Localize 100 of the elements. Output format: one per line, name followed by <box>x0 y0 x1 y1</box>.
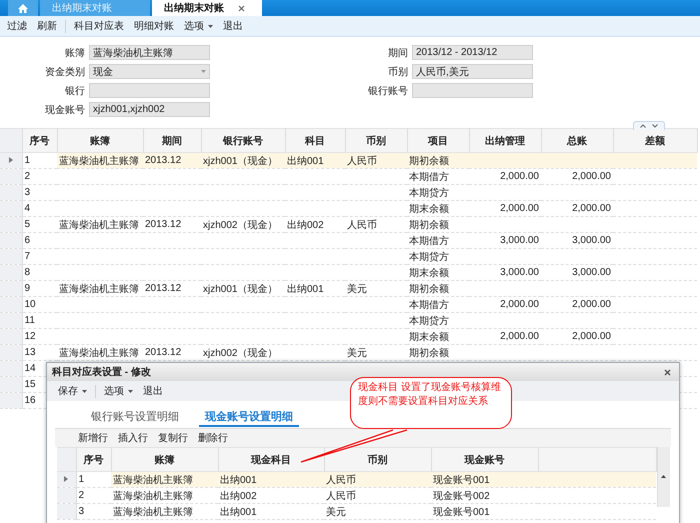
close-icon[interactable] <box>238 4 245 12</box>
table-cell: 3,000.00 <box>500 267 539 278</box>
scrollbar[interactable] <box>656 447 670 507</box>
table-cell: 期末余额 <box>409 268 449 278</box>
select-field[interactable]: 现金 <box>89 64 210 79</box>
home-icon <box>18 4 28 12</box>
table-cell: 16 <box>24 395 36 406</box>
column-header[interactable]: 总账 <box>541 128 613 152</box>
field-label: 账簿 <box>64 46 85 60</box>
table-cell: 蓝海柴油机主账簿 <box>59 156 139 166</box>
table-cell: 2,000.00 <box>572 299 611 310</box>
toolbar-button[interactable]: 退出 <box>218 17 248 35</box>
table-cell: 本期借方 <box>409 236 449 246</box>
toolbar-button[interactable]: 新增行 <box>73 429 113 447</box>
toolbar-button[interactable]: 复制行 <box>153 429 193 447</box>
column-header[interactable]: 账簿 <box>57 128 143 152</box>
column-header[interactable]: 币别 <box>345 128 407 152</box>
tab-label: 出纳期末对账 <box>52 2 112 15</box>
scroll-up-icon[interactable] <box>661 475 666 478</box>
tab[interactable]: 现金账号设置明细 <box>199 407 299 427</box>
table-cell: 2,000.00 <box>500 299 539 310</box>
table-cell: 期末余额 <box>409 204 449 214</box>
column-header[interactable]: 序号 <box>22 128 57 152</box>
toolbar-button[interactable]: 明细对账 <box>129 17 179 35</box>
tab-label: 出纳期末对账 <box>164 2 224 15</box>
column-header[interactable]: 现金账号 <box>431 448 538 472</box>
table-cell: 1 <box>78 474 84 485</box>
table-cell: 出纳001 <box>287 284 324 294</box>
table-cell: xjzh002（现金） <box>203 220 278 230</box>
input-field[interactable] <box>412 83 533 98</box>
tab[interactable]: 银行账号设置明细 <box>85 407 185 427</box>
table-cell: xjzh001（现金） <box>203 284 278 294</box>
column-header[interactable]: 出纳管理 <box>469 128 541 152</box>
toolbar-button[interactable]: 选项 <box>99 382 138 400</box>
column-header[interactable]: 现金科目 <box>218 448 324 472</box>
table-cell: 14 <box>24 363 36 374</box>
table-cell: 3,000.00 <box>572 235 611 246</box>
column-header[interactable]: 差额 <box>613 128 697 152</box>
table-cell: 4 <box>24 203 30 214</box>
input-field[interactable]: 蓝海柴油机主账簿 <box>89 45 210 60</box>
table-cell: 8 <box>24 267 30 278</box>
table-cell: 人民币 <box>326 474 356 486</box>
column-header[interactable]: 币别 <box>324 448 431 472</box>
table-cell: 出纳002 <box>220 490 257 502</box>
caret-icon <box>208 24 213 28</box>
toolbar-button[interactable]: 刷新 <box>32 17 62 35</box>
toolbar-button[interactable]: 退出 <box>138 382 168 400</box>
toolbar-button[interactable]: 保存 <box>53 382 92 400</box>
table-cell: 本期贷方 <box>409 316 449 326</box>
table-cell: 2,000.00 <box>500 203 539 214</box>
input-field[interactable]: 人民币,美元 <box>412 64 533 79</box>
toolbar-button[interactable]: 科目对应表 <box>69 17 129 35</box>
table-cell: 本期贷方 <box>409 188 449 198</box>
toolbar-button[interactable]: 过滤 <box>2 17 32 35</box>
table-cell: 现金账号001 <box>433 506 490 518</box>
tab[interactable]: 出纳期末对账 <box>152 0 262 16</box>
table-cell: 2,000.00 <box>572 171 611 182</box>
table-cell: 3,000.00 <box>500 235 539 246</box>
table-cell: 9 <box>24 283 30 294</box>
table-cell: 6 <box>24 235 30 246</box>
caret-icon <box>201 70 206 73</box>
toolbar-button[interactable]: 删除行 <box>193 429 233 447</box>
table-cell: 2,000.00 <box>500 171 539 182</box>
table-cell: 2,000.00 <box>572 203 611 214</box>
table-cell: 2 <box>78 490 84 501</box>
column-header[interactable]: 项目 <box>407 128 469 152</box>
table-cell: 出纳002 <box>287 220 324 230</box>
column-header[interactable]: 序号 <box>76 448 111 472</box>
table-cell: 2,000.00 <box>572 331 611 342</box>
input-field[interactable]: 2013/12 - 2013/12 <box>412 45 533 60</box>
table-cell: 蓝海柴油机主账簿 <box>113 490 193 502</box>
table-cell: 人民币 <box>326 490 356 502</box>
dialog-title: 科目对应表设置 - 修改 <box>52 365 151 379</box>
home-tab[interactable] <box>8 0 38 16</box>
column-header[interactable]: 期间 <box>143 128 201 152</box>
close-icon[interactable] <box>664 368 671 376</box>
expand-down-icon <box>652 124 658 128</box>
toolbar-button[interactable]: 插入行 <box>113 429 153 447</box>
table-cell: 12 <box>24 331 36 342</box>
collapse-toggle[interactable] <box>633 121 665 130</box>
table-cell: 本期贷方 <box>409 252 449 262</box>
table-cell: 出纳001 <box>220 474 257 486</box>
column-header[interactable]: 科目 <box>285 128 345 152</box>
table-cell: 现金账号001 <box>433 474 490 486</box>
table-cell: 2013.12 <box>145 219 182 230</box>
column-header[interactable]: 账簿 <box>111 448 218 472</box>
input-field[interactable]: xjzh001,xjzh002 <box>89 102 210 117</box>
toolbar-button[interactable]: 选项 <box>179 17 218 35</box>
field-label: 币别 <box>387 66 408 78</box>
table-cell: 美元 <box>347 284 367 294</box>
table-cell: 期初余额 <box>409 220 449 230</box>
table-cell: 2,000.00 <box>500 331 539 342</box>
table-cell: 出纳001 <box>287 156 324 166</box>
table-cell: xjzh002（现金） <box>203 348 278 358</box>
column-header[interactable]: 银行账号 <box>201 128 285 152</box>
collapse-up-icon <box>640 124 646 128</box>
field-label: 现金账号 <box>44 104 85 116</box>
input-field[interactable] <box>89 83 210 98</box>
table-cell: 出纳001 <box>220 506 257 518</box>
table-cell: 蓝海柴油机主账簿 <box>113 474 193 486</box>
